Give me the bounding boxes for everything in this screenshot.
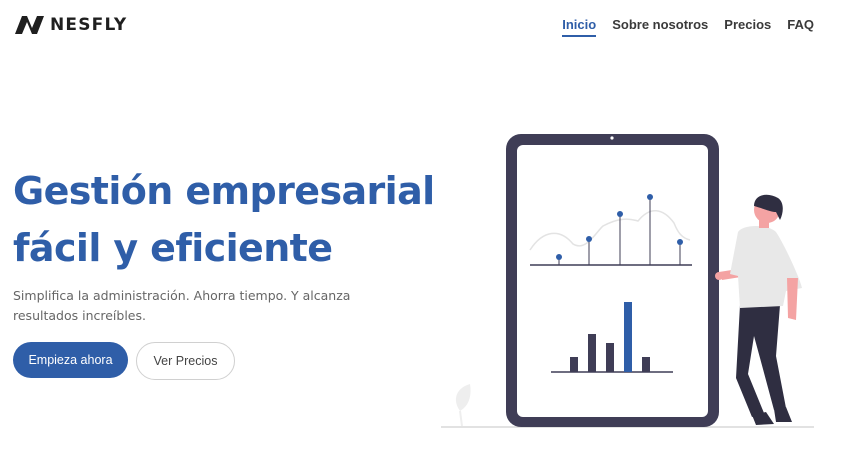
- hero-title-line-1: Gestión empresarial: [13, 169, 435, 213]
- nav-link-precios[interactable]: Precios: [724, 17, 771, 37]
- hero-subtitle: Simplifica la administración. Ahorra tie…: [13, 288, 351, 323]
- nav-link-faq[interactable]: FAQ: [787, 17, 814, 37]
- brand-name: NESFLY: [50, 15, 128, 35]
- hero-title: Gestión empresarial fácil y eficiente: [13, 163, 453, 277]
- view-pricing-button[interactable]: Ver Precios: [136, 342, 235, 380]
- nav-link-inicio[interactable]: Inicio: [562, 17, 597, 37]
- person-figure: [715, 194, 802, 425]
- nesfly-logo-icon: [15, 16, 44, 34]
- hero-title-line-2: fácil y eficiente: [13, 226, 333, 270]
- tablet-camera: [610, 136, 614, 140]
- tablet-screen: [517, 145, 708, 417]
- hero-illustration: [441, 134, 814, 428]
- start-now-button[interactable]: Empieza ahora: [13, 342, 128, 378]
- top-navbar: NESFLY Inicio Sobre nosotros Precios FAQ: [0, 0, 841, 52]
- nav-link-sobre-nosotros[interactable]: Sobre nosotros: [612, 17, 708, 37]
- leaf-icon: [455, 384, 471, 427]
- main-menu: Inicio Sobre nosotros Precios FAQ: [562, 17, 814, 37]
- brand-logo[interactable]: NESFLY: [13, 14, 127, 36]
